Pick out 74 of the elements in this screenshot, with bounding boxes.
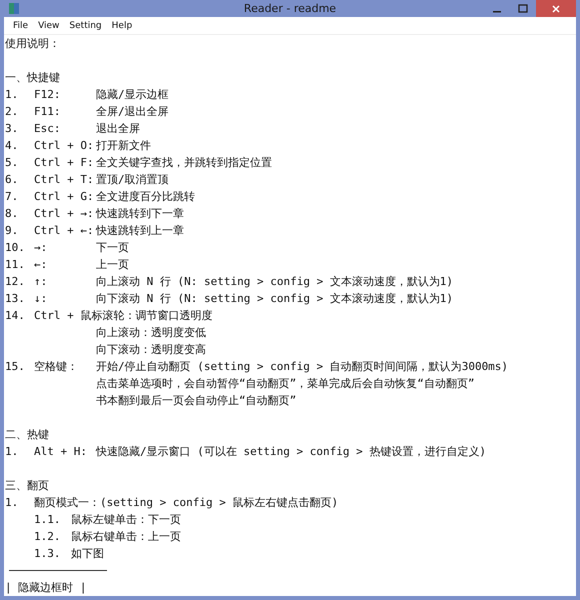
item-number: 5.	[5, 156, 20, 169]
text-line: 一、快捷键	[5, 70, 60, 85]
shortcut-description: 下一页	[96, 240, 129, 255]
shortcut-description: 置顶/取消置顶	[96, 172, 169, 187]
text-line: 点击菜单选项时，会自动暂停“自动翻页”，菜单完成后会自动恢复“自动翻页”	[96, 376, 474, 391]
item-number: 2.	[5, 105, 20, 118]
item-number: 3.	[5, 122, 20, 135]
shortcut-key: ↓:	[34, 292, 96, 305]
shortcut-description: 快速跳转到上一章	[96, 223, 184, 238]
shortcut-key: Ctrl + →:	[34, 207, 96, 220]
shortcut-description: 退出全屏	[96, 121, 140, 136]
item-number: 12.	[5, 275, 26, 288]
item-number: 1.	[5, 88, 20, 101]
window-title: Reader - readme	[242, 2, 338, 15]
shortcut-key: Ctrl + T:	[34, 173, 96, 186]
shortcut-key: 空格键：	[34, 359, 96, 374]
item-number: 1.3.	[34, 547, 62, 560]
item-number: 1.	[5, 445, 20, 458]
close-icon	[551, 4, 561, 14]
item-number: 9.	[5, 224, 20, 237]
shortcut-description: 快速隐藏/显示窗口 (可以在 setting > config > 热键设置，进行自定义)	[96, 444, 486, 459]
item-number: 1.1.	[34, 513, 62, 526]
menu-item[interactable]: View	[33, 20, 64, 30]
text-line: 鼠标右键单击：上一页	[71, 529, 181, 544]
shortcut-description: 打开新文件	[96, 138, 151, 153]
text-line: 书本翻到最后一页会自动停止“自动翻页”	[96, 393, 296, 408]
shortcut-description: 全文关键字查找，并跳转到指定位置	[96, 155, 272, 170]
item-number: 1.	[5, 496, 20, 509]
shortcut-key: F12:	[34, 88, 96, 101]
item-number: 10.	[5, 241, 26, 254]
shortcut-key: ↑:	[34, 275, 96, 288]
text-line: | 隐藏边框时 |	[5, 580, 86, 595]
shortcut-key: Esc:	[34, 122, 96, 135]
text-line: 使用说明：	[5, 36, 60, 51]
shortcut-description: 上一页	[96, 257, 129, 272]
maximize-icon	[518, 4, 528, 14]
shortcut-description: 快速跳转到下一章	[96, 206, 184, 221]
text-line: Ctrl + 鼠标滚轮：调节窗口透明度	[34, 308, 212, 323]
text-line: 向下滚动：透明度变高	[96, 342, 206, 357]
menu-item[interactable]: Help	[106, 20, 138, 30]
text-line: 如下图	[71, 546, 104, 561]
shortcut-key: ←:	[34, 258, 96, 271]
item-number: 8.	[5, 207, 20, 220]
text-line: 三、翻页	[5, 478, 49, 493]
item-number: 1.2.	[34, 530, 62, 543]
item-number: 7.	[5, 190, 20, 203]
shortcut-description: 全屏/退出全屏	[96, 104, 169, 119]
shortcut-key: F11:	[34, 105, 96, 118]
shortcut-key: →:	[34, 241, 96, 254]
shortcut-description: 向下滚动 N 行 (N: setting > config > 文本滚动速度，默认为1)	[96, 291, 454, 306]
text-line: 鼠标左键单击：下一页	[71, 512, 181, 527]
menu-item[interactable]: File	[8, 20, 34, 30]
close-button[interactable]	[536, 0, 576, 17]
shortcut-key: Alt + H:	[34, 445, 96, 458]
book-icon	[8, 2, 20, 15]
item-number: 6.	[5, 173, 20, 186]
item-number: 14.	[5, 309, 26, 322]
text-line: 翻页模式一：(setting > config > 鼠标左右键点击翻页)	[34, 495, 338, 510]
shortcut-description: 全文进度百分比跳转	[96, 189, 195, 204]
text-line: 向上滚动：透明度变低	[96, 325, 206, 340]
shortcut-description: 开始/停止自动翻页 (setting > config > 自动翻页时间间隔，默认为3000ms)	[96, 359, 508, 374]
shortcut-key: Ctrl + F:	[34, 156, 96, 169]
minimize-icon	[493, 10, 501, 12]
shortcut-key: Ctrl + O:	[34, 139, 96, 152]
shortcut-key: Ctrl + ←:	[34, 224, 96, 237]
menu-item[interactable]: Setting	[64, 20, 107, 30]
shortcut-description: 隐藏/显示边框	[96, 87, 169, 102]
shortcut-key: Ctrl + G:	[34, 190, 96, 203]
item-number: 15.	[5, 360, 26, 373]
shortcut-description: 向上滚动 N 行 (N: setting > config > 文本滚动速度，默认为1)	[96, 274, 454, 289]
text-line: 二、热键	[5, 427, 49, 442]
item-number: 4.	[5, 139, 20, 152]
item-number: 11.	[5, 258, 26, 271]
item-number: 13.	[5, 292, 26, 305]
